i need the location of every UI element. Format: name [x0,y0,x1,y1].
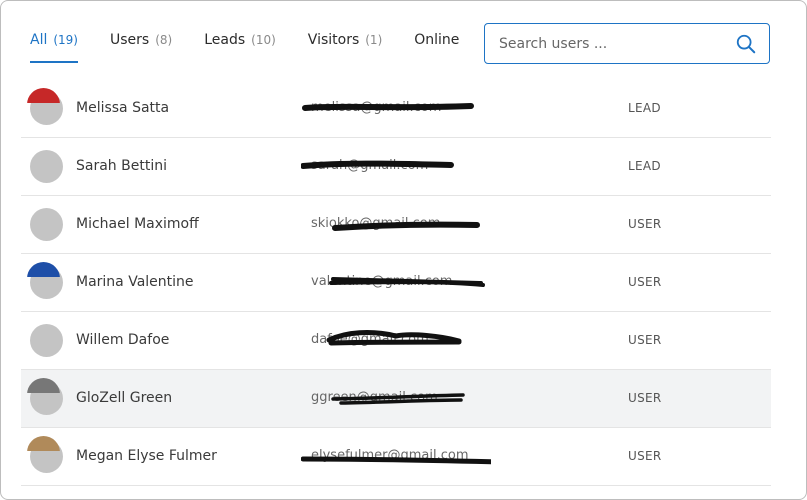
tab-users[interactable]: Users (8) [110,21,172,61]
avatar [30,150,63,183]
tab-label: Online [414,32,460,48]
redaction-scribble [302,103,474,111]
user-role: USER [628,391,662,405]
avatar [27,262,63,299]
tab-online[interactable]: Online [414,21,459,61]
tab-count: (1) [365,33,383,47]
user-filter-tabs: All (19) Users (8) Leads (10) Visitors (… [30,21,491,65]
user-role: USER [628,275,662,289]
user-row[interactable]: GloZell Green ggreen@gmail.com USER [21,370,771,428]
tab-label: All [30,32,48,48]
avatar [30,324,63,357]
user-row[interactable]: Marina Valentine valentine@gmail.com USE… [21,254,771,312]
user-role: LEAD [628,101,661,115]
search-box [484,23,770,64]
tab-leads[interactable]: Leads (10) [204,21,276,61]
tab-label: Visitors [307,32,360,48]
user-role: USER [628,333,662,347]
avatar [27,378,63,415]
user-row[interactable]: Michael Maximoff skiokko@gmail.com USER [21,196,771,254]
avatar-ring [27,88,60,121]
user-role: LEAD [628,159,661,173]
avatar-ring [27,262,60,295]
tab-count: (10) [251,33,276,47]
redaction-scribble [301,456,491,465]
tab-count: (8) [155,33,173,47]
avatar-ring [27,436,60,469]
user-name: Megan Elyse Fulmer [76,448,217,464]
tab-label: Leads [204,32,246,48]
avatar [27,88,63,125]
user-role: USER [628,217,662,231]
user-name: Sarah Bettini [76,158,167,174]
redaction-scribble [329,277,485,287]
redaction-scribble [331,393,465,405]
user-row[interactable]: Melissa Satta melissa@gmail.com LEAD [21,80,771,138]
user-name: Marina Valentine [76,274,194,290]
avatar-ring [27,146,60,179]
tab-visitors[interactable]: Visitors (1) [308,21,382,61]
redaction-scribble [301,160,454,169]
tab-all[interactable]: All (19) [30,21,78,63]
avatar [27,436,63,473]
redaction-scribble [326,330,462,346]
user-name: Michael Maximoff [76,216,199,232]
avatar-ring [27,204,60,237]
user-name: GloZell Green [76,390,173,406]
user-row[interactable]: Willem Dafoe dafoe@gmail.com USER [21,312,771,370]
users-panel: All (19) Users (8) Leads (10) Visitors (… [0,0,807,500]
user-row[interactable]: Megan Elyse Fulmer elysefulmer@gmail.com… [21,428,771,486]
user-row[interactable]: Sarah Bettini sarah@gmail.com LEAD [21,138,771,196]
user-name: Willem Dafoe [76,332,170,348]
avatar-ring [27,320,60,353]
avatar [30,208,63,241]
user-list: Melissa Satta melissa@gmail.com LEAD Sar… [21,80,771,486]
redaction-scribble [332,221,480,231]
user-role: USER [628,449,662,463]
tab-label: Users [110,32,150,48]
search-icon[interactable] [735,33,757,55]
tab-count: (19) [53,33,78,47]
avatar-ring [27,378,60,411]
user-name: Melissa Satta [76,100,170,116]
search-input[interactable] [499,24,735,63]
